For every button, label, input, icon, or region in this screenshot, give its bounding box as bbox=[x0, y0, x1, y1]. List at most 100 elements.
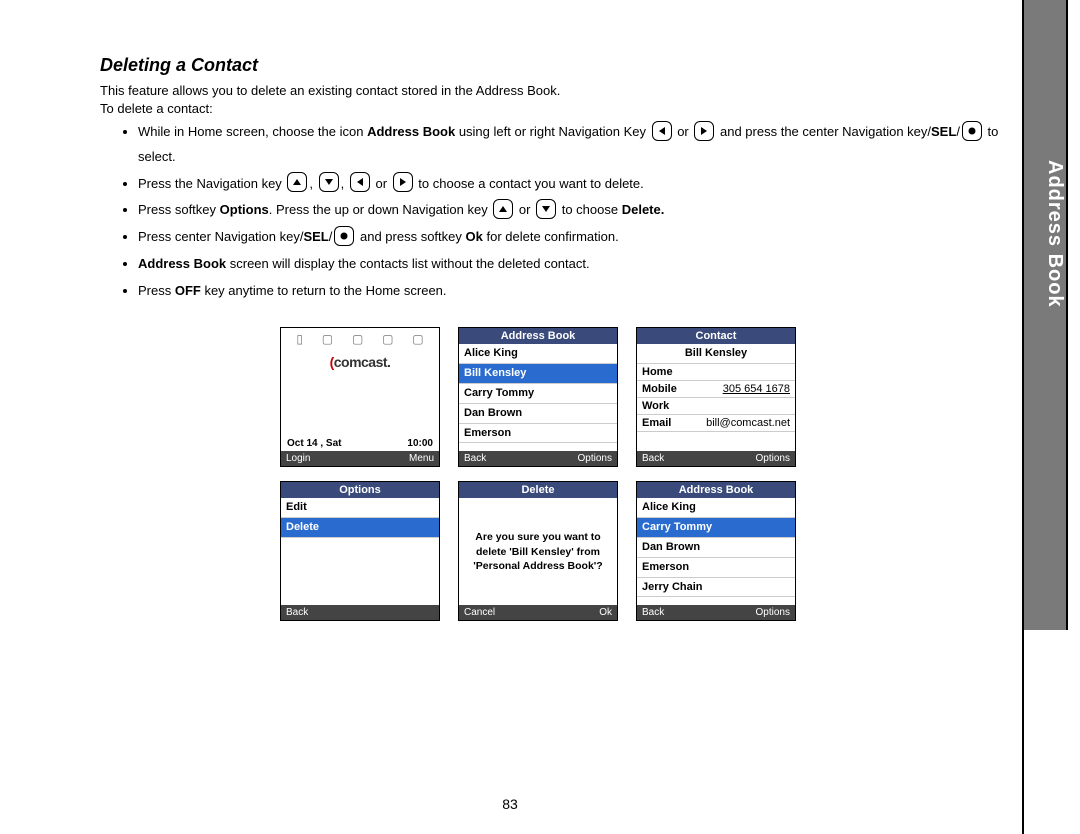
step-6: Press OFF key anytime to return to the H… bbox=[138, 279, 1010, 304]
step-text: to choose a contact you want to delete. bbox=[415, 176, 644, 191]
step-bold: Address Book bbox=[138, 256, 226, 271]
step-bold: Options bbox=[220, 202, 269, 217]
list-item-selected[interactable]: Bill Kensley bbox=[459, 364, 617, 384]
note-icon: ▢ bbox=[352, 332, 363, 346]
list-item[interactable]: Dan Brown bbox=[459, 404, 617, 424]
step-text: using left or right Navigation Key bbox=[455, 124, 649, 139]
softkey-right[interactable]: Menu bbox=[409, 453, 434, 464]
softkey-bar: Back Options bbox=[637, 451, 795, 466]
step-text: or bbox=[515, 202, 534, 217]
field-label: Mobile bbox=[642, 383, 677, 395]
nav-left-icon bbox=[652, 121, 672, 141]
softkey-right[interactable]: Options bbox=[578, 453, 612, 464]
steps-list: While in Home screen, choose the icon Ad… bbox=[138, 120, 1010, 303]
field-value: 305 654 1678 bbox=[723, 383, 790, 395]
contact-name: Bill Kensley bbox=[637, 344, 795, 364]
step-bold: SEL bbox=[303, 229, 328, 244]
option-delete[interactable]: Delete bbox=[281, 518, 439, 538]
home-time: 10:00 bbox=[407, 438, 433, 449]
section-heading: Deleting a Contact bbox=[100, 55, 1010, 76]
book-icon: ▢ bbox=[382, 332, 393, 346]
list-item[interactable]: Alice King bbox=[637, 498, 795, 518]
field-label: Home bbox=[642, 366, 673, 378]
step-text: and press the center Navigation key/ bbox=[716, 124, 931, 139]
nav-right-icon bbox=[694, 121, 714, 141]
screen-options-menu: Options Edit Delete Back bbox=[280, 481, 440, 621]
step-text: screen will display the contacts list wi… bbox=[226, 256, 589, 271]
softkey-left[interactable]: Back bbox=[464, 453, 486, 464]
list-item[interactable]: Emerson bbox=[637, 558, 795, 578]
home-date-row: Oct 14 , Sat 10:00 bbox=[281, 438, 439, 449]
contact-body: Bill Kensley Home Mobile 305 654 1678 Wo… bbox=[637, 344, 795, 451]
screen-title: Delete bbox=[459, 482, 617, 498]
status-icons: ▯ ▢ ▢ ▢ ▢ bbox=[281, 328, 439, 350]
softkey-left[interactable]: Back bbox=[642, 607, 664, 618]
nav-up-icon bbox=[287, 172, 307, 192]
softkey-bar: Cancel Ok bbox=[459, 605, 617, 620]
screen-contact-detail: Contact Bill Kensley Home Mobile 305 654… bbox=[636, 327, 796, 467]
step-text: and press softkey bbox=[356, 229, 465, 244]
list-item[interactable]: Dan Brown bbox=[637, 538, 795, 558]
step-text: / bbox=[329, 229, 333, 244]
options-body: Edit Delete bbox=[281, 498, 439, 605]
step-text: Press the Navigation key bbox=[138, 176, 285, 191]
field-value: bill@comcast.net bbox=[706, 417, 790, 429]
step-text: , bbox=[341, 176, 348, 191]
softkey-bar: Login Menu bbox=[281, 451, 439, 466]
home-date: Oct 14 , Sat bbox=[287, 438, 341, 449]
nav-sel-icon bbox=[962, 121, 982, 141]
step-text: / bbox=[956, 124, 960, 139]
softkey-right[interactable]: Ok bbox=[599, 607, 612, 618]
contact-field-mobile[interactable]: Mobile 305 654 1678 bbox=[637, 381, 795, 398]
folder-icon: ▢ bbox=[322, 332, 333, 346]
step-5: Address Book screen will display the con… bbox=[138, 252, 1010, 277]
nav-up-icon bbox=[493, 199, 513, 219]
softkey-left[interactable]: Login bbox=[286, 453, 310, 464]
step-text: to choose bbox=[558, 202, 622, 217]
step-text: key anytime to return to the Home screen… bbox=[201, 283, 447, 298]
step-bold: Address Book bbox=[367, 124, 455, 139]
step-2: Press the Navigation key , , or to choos… bbox=[138, 172, 1010, 197]
step-bold: Ok bbox=[466, 229, 483, 244]
field-label: Email bbox=[642, 417, 671, 429]
softkey-right[interactable]: Options bbox=[756, 453, 790, 464]
step-text: for delete confirmation. bbox=[483, 229, 619, 244]
step-1: While in Home screen, choose the icon Ad… bbox=[138, 120, 1010, 169]
screen-delete-confirm: Delete Are you sure you want to delete '… bbox=[458, 481, 618, 621]
signal-icon: ▯ bbox=[296, 332, 303, 346]
step-3: Press softkey Options. Press the up or d… bbox=[138, 198, 1010, 223]
softkey-left[interactable]: Back bbox=[286, 607, 308, 618]
softkey-left[interactable]: Cancel bbox=[464, 607, 495, 618]
list-item[interactable]: Emerson bbox=[459, 424, 617, 444]
nav-right-icon bbox=[393, 172, 413, 192]
comcast-logo: comcast. bbox=[330, 354, 391, 370]
softkey-right[interactable]: Options bbox=[756, 607, 790, 618]
step-text: While in Home screen, choose the icon bbox=[138, 124, 367, 139]
softkey-bar: Back bbox=[281, 605, 439, 620]
option-edit[interactable]: Edit bbox=[281, 498, 439, 518]
screen-address-book-before: Address Book Alice King Bill Kensley Car… bbox=[458, 327, 618, 467]
step-bold: Delete. bbox=[622, 202, 665, 217]
nav-down-icon bbox=[536, 199, 556, 219]
screen-title: Options bbox=[281, 482, 439, 498]
softkey-left[interactable]: Back bbox=[642, 453, 664, 464]
step-4: Press center Navigation key/SEL/ and pre… bbox=[138, 225, 1010, 250]
screen-title: Address Book bbox=[637, 482, 795, 498]
step-text: or bbox=[674, 124, 693, 139]
list-item-selected[interactable]: Carry Tommy bbox=[637, 518, 795, 538]
nav-left-icon bbox=[350, 172, 370, 192]
step-text: Press bbox=[138, 283, 175, 298]
contact-field-email[interactable]: Email bill@comcast.net bbox=[637, 415, 795, 432]
list-item[interactable]: Jerry Chain bbox=[637, 578, 795, 598]
intro-text-2: To delete a contact: bbox=[100, 100, 1010, 118]
step-text: or bbox=[372, 176, 391, 191]
contact-field-work[interactable]: Work bbox=[637, 398, 795, 415]
contact-field-home[interactable]: Home bbox=[637, 364, 795, 381]
list-body: Alice King Bill Kensley Carry Tommy Dan … bbox=[459, 344, 617, 451]
confirm-body: Are you sure you want to delete 'Bill Ke… bbox=[459, 498, 617, 605]
list-body: Alice King Carry Tommy Dan Brown Emerson… bbox=[637, 498, 795, 605]
list-item[interactable]: Carry Tommy bbox=[459, 384, 617, 404]
list-item[interactable]: Alice King bbox=[459, 344, 617, 364]
step-text: . Press the up or down Navigation key bbox=[269, 202, 492, 217]
page-content: Deleting a Contact This feature allows y… bbox=[100, 55, 1010, 621]
